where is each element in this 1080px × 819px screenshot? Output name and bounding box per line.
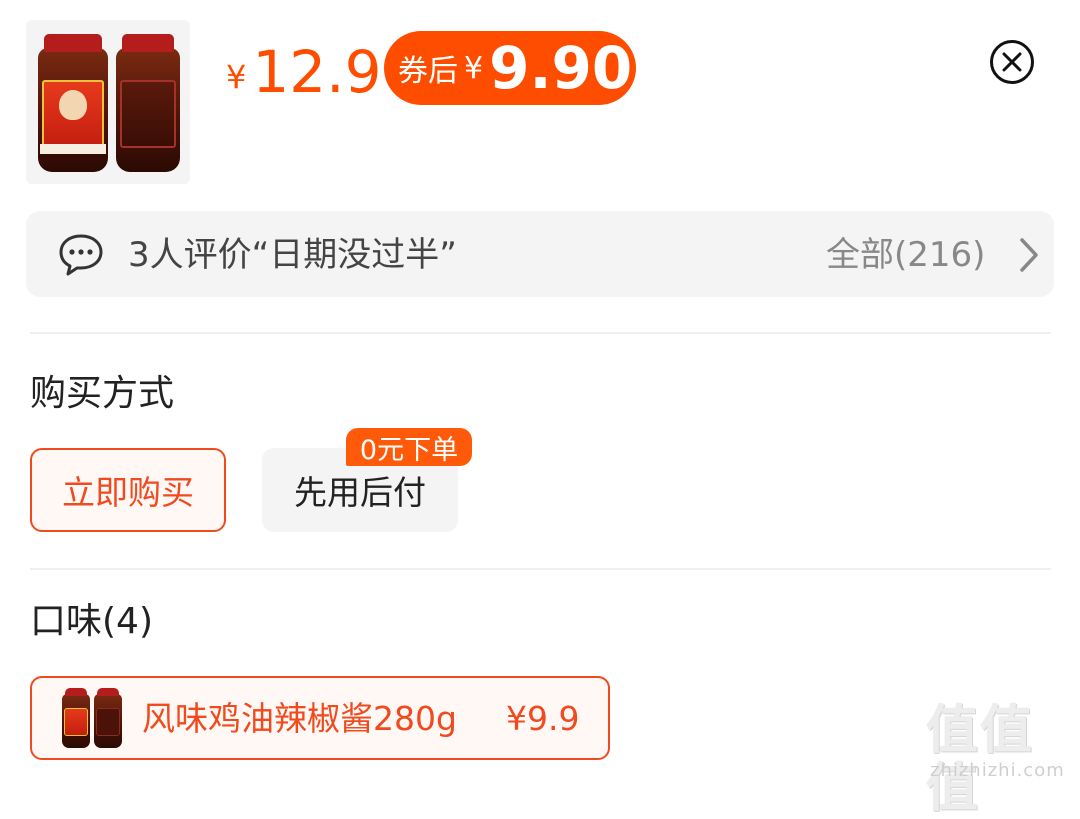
flavor-title: 口味(4) <box>30 601 153 642</box>
currency-symbol: ¥ <box>226 58 247 96</box>
divider <box>30 332 1051 334</box>
flavor-price: ¥9.9 <box>506 699 580 738</box>
buy-now-label: 立即购买 <box>62 473 194 512</box>
watermark-url: zhizhizhi.com <box>930 760 1065 781</box>
all-reviews-link[interactable]: 全部(216) <box>826 232 985 278</box>
flavor-thumbnail <box>58 688 126 748</box>
coupon-label: 券后 <box>398 54 458 89</box>
coupon-currency: ¥ <box>464 50 484 86</box>
jar-back-image <box>116 34 180 172</box>
original-price: ¥12.9 <box>226 40 382 109</box>
buy-now-option[interactable]: 立即购买 <box>30 448 226 532</box>
chevron-right-icon <box>1020 238 1038 272</box>
close-button[interactable] <box>990 40 1034 84</box>
zero-down-badge: 0元下单 <box>346 428 472 466</box>
close-circle-icon <box>1002 52 1022 72</box>
coupon-price-value: 9.90 <box>489 34 633 102</box>
original-price-value: 12.9 <box>252 38 382 106</box>
coupon-price-badge: 券后 ¥ 9.90 <box>384 31 636 105</box>
jar-front-image <box>38 34 108 172</box>
divider <box>30 568 1051 570</box>
review-summary-text: 3人评价“日期没过半” <box>128 235 457 275</box>
chat-bubble-icon <box>59 234 103 276</box>
flavor-name: 风味鸡油辣椒酱280g <box>142 699 457 738</box>
pay-later-label: 先用后付 <box>294 473 426 512</box>
product-thumbnail[interactable] <box>26 20 190 184</box>
purchase-method-title: 购买方式 <box>30 373 175 414</box>
